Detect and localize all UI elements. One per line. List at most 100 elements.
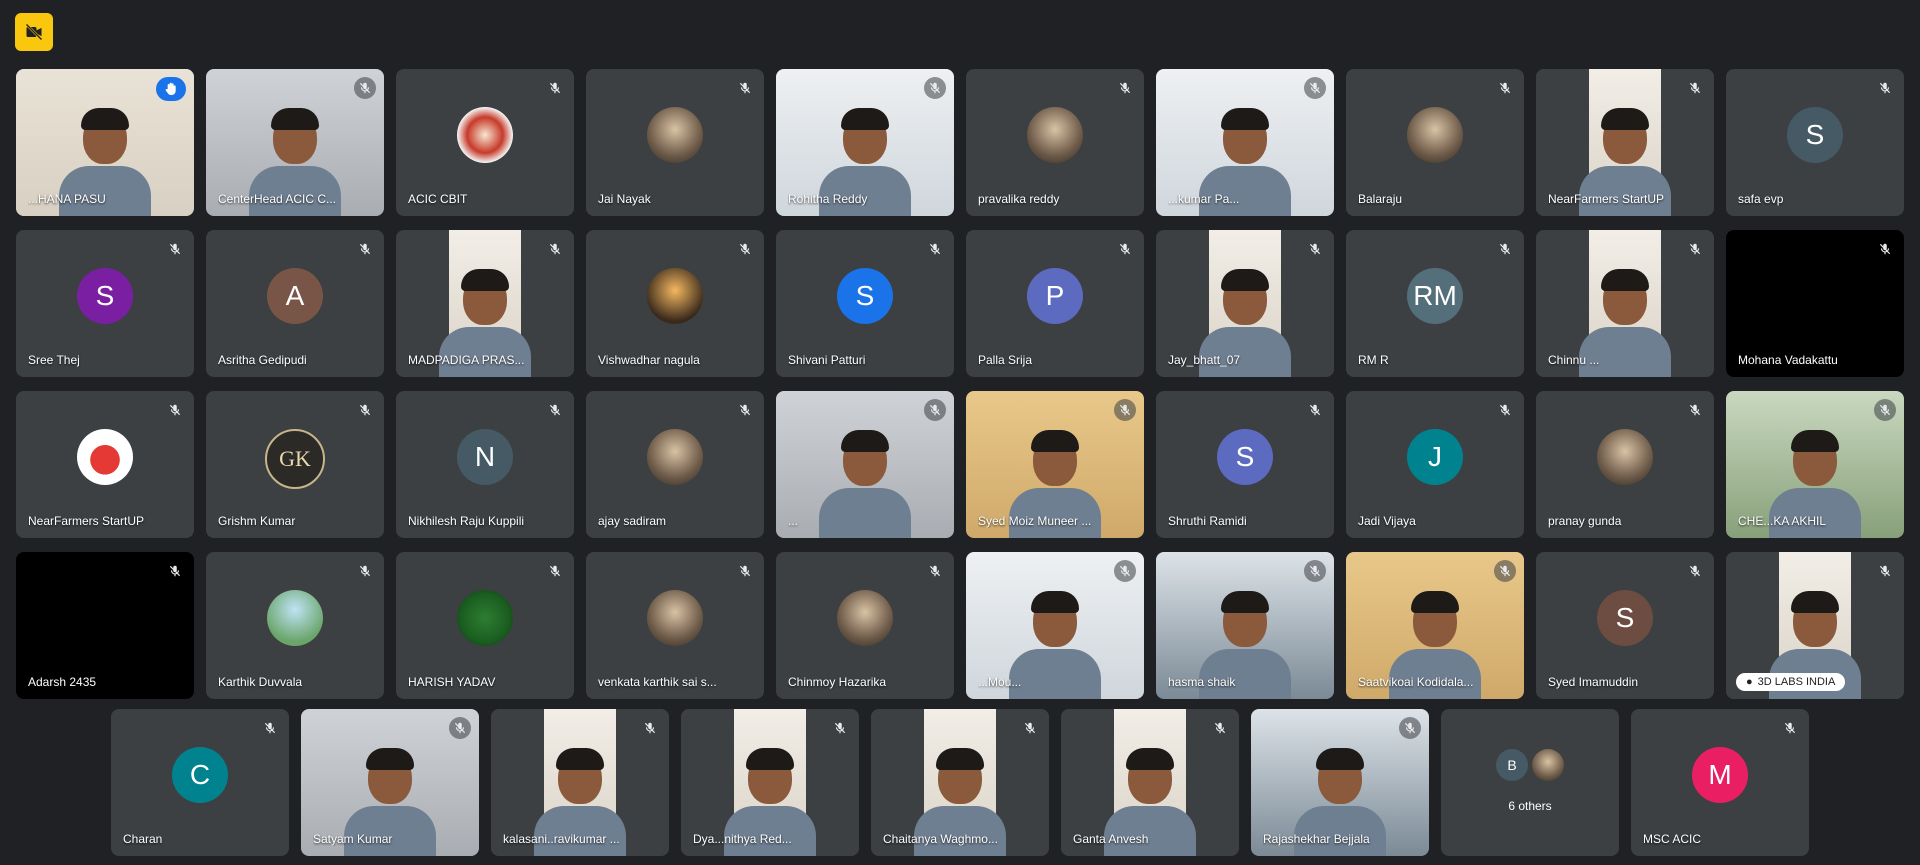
pin-icon: ● [1746,676,1753,688]
participant-tile[interactable]: HARISH YADAV [396,552,574,699]
participant-tile[interactable]: pranay gunda [1536,391,1714,538]
participant-tile[interactable]: MADPADIGA PRAS... [396,230,574,377]
participant-tile[interactable]: Chinmoy Hazarika [776,552,954,699]
participant-tile[interactable]: Rajashekhar Bejjala [1251,709,1429,856]
participant-tile[interactable]: Jay_bhatt_07 [1156,230,1334,377]
participant-tile[interactable]: S Shivani Patturi [776,230,954,377]
mic-off-icon [1684,238,1706,260]
participant-name: 3D LABS INDIA [1757,676,1836,688]
participant-tile[interactable]: Saatvikoai Kodidala... [1346,552,1524,699]
participant-name: NearFarmers StartUP [28,514,145,528]
participant-tile[interactable]: NearFarmers StartUP [16,391,194,538]
participant-name: Rohitha Reddy [788,192,868,206]
participant-tile[interactable]: S Sree Thej [16,230,194,377]
participant-name: pravalika reddy [978,192,1060,206]
hand-raised-icon [156,77,186,101]
participant-tile[interactable]: ...Mou... [966,552,1144,699]
participant-tile[interactable]: ... [776,391,954,538]
avatar-initial: RM [1407,268,1463,324]
mic-off-icon [1114,560,1136,582]
mic-off-icon [1114,238,1136,260]
participant-tile[interactable]: Ganta Anvesh [1061,709,1239,856]
avatar-initial: S [77,268,133,324]
participant-tile[interactable]: ● 3D LABS INDIA [1726,552,1904,699]
participant-tile[interactable]: S Syed Imamuddin [1536,552,1714,699]
mic-off-icon [1494,238,1516,260]
participant-tile[interactable]: pravalika reddy [966,69,1144,216]
mic-off-icon [639,717,661,739]
participant-tile[interactable]: Satyam Kumar [301,709,479,856]
mic-off-icon [1304,77,1326,99]
participant-name: HARISH YADAV [408,675,496,689]
participant-tile[interactable]: Balaraju [1346,69,1524,216]
participant-tile[interactable]: Adarsh 2435 [16,552,194,699]
participant-tile[interactable]: Chinnu ... [1536,230,1714,377]
avatar-photo [267,590,323,646]
participant-tile[interactable]: Vishwadhar nagula [586,230,764,377]
participant-name: Karthik Duvvala [218,675,303,689]
avatar-initial: M [1692,747,1748,803]
participant-tile[interactable]: Chaitanya Waghmo... [871,709,1049,856]
participant-name: ...kumar Pa... [1168,192,1240,206]
participant-name: ACIC CBIT [408,192,468,206]
mic-off-icon [1874,77,1896,99]
video-off-icon [25,23,43,41]
participant-tile[interactable]: NearFarmers StartUP [1536,69,1714,216]
participant-tile[interactable]: B 6 others [1441,709,1619,856]
participant-tile[interactable]: hasma shaik [1156,552,1334,699]
avatar-photo [647,590,703,646]
participant-name: Dya...nithya Red... [693,832,792,846]
participant-tile[interactable]: S Shruthi Ramidi [1156,391,1334,538]
mic-off-icon [354,238,376,260]
participant-tile[interactable]: Syed Moiz Muneer ... [966,391,1144,538]
mic-off-icon [1494,560,1516,582]
participant-tile[interactable]: Rohitha Reddy [776,69,954,216]
avatar-photo [77,429,133,485]
participant-tile[interactable]: C Charan [111,709,289,856]
participant-tile[interactable]: GK Grishm Kumar [206,391,384,538]
mic-off-icon [1304,399,1326,421]
avatar-photo [1027,107,1083,163]
mic-off-icon [924,560,946,582]
participant-name: Saatvikoai Kodidala... [1358,675,1474,689]
participant-tile[interactable]: venkata karthik sai s... [586,552,764,699]
avatar-initial: S [1787,107,1843,163]
others-count: 6 others [1508,799,1552,813]
mic-off-icon [1304,560,1326,582]
participant-tile[interactable]: N Nikhilesh Raju Kuppili [396,391,574,538]
participant-tile[interactable]: CHE...KA AKHIL [1726,391,1904,538]
participant-tile[interactable]: Ssafa evp [1726,69,1904,216]
participant-tile[interactable]: A Asritha Gedipudi [206,230,384,377]
participant-name: Shivani Patturi [788,353,866,367]
participant-name: Sree Thej [28,353,80,367]
mic-off-icon [354,399,376,421]
mic-off-icon [734,399,756,421]
participant-tile[interactable]: CenterHead ACIC C... [206,69,384,216]
mic-off-icon [829,717,851,739]
mic-off-icon [1684,77,1706,99]
participant-tile[interactable]: Jai Nayak [586,69,764,216]
participant-tile[interactable]: Dya...nithya Red... [681,709,859,856]
participant-tile[interactable]: M MSC ACIC [1631,709,1809,856]
participant-tile[interactable]: J Jadi Vijaya [1346,391,1524,538]
participant-tile[interactable]: ACIC CBIT [396,69,574,216]
participant-tile[interactable]: ...HANA PASU [16,69,194,216]
mic-off-icon [544,560,566,582]
participant-name: MSC ACIC [1643,832,1702,846]
participant-tile[interactable]: RM RM R [1346,230,1524,377]
participant-tile[interactable]: P Palla Srija [966,230,1144,377]
mic-off-icon [1019,717,1041,739]
participant-tile[interactable]: kalasani..ravikumar ... [491,709,669,856]
mic-off-icon [734,238,756,260]
participant-tile[interactable]: ...kumar Pa... [1156,69,1334,216]
participant-tile[interactable]: Mohana Vadakattu [1726,230,1904,377]
participant-name: ...Mou... [978,675,1022,689]
participant-name: ...HANA PASU [28,192,106,206]
participant-name: Grishm Kumar [218,514,296,528]
participant-tile[interactable]: ajay sadiram [586,391,764,538]
participant-tile[interactable]: Karthik Duvvala [206,552,384,699]
video-off-badge[interactable] [15,13,53,51]
mic-off-icon [1114,77,1136,99]
participant-name: ... [788,514,799,528]
participant-name: RM R [1358,353,1389,367]
